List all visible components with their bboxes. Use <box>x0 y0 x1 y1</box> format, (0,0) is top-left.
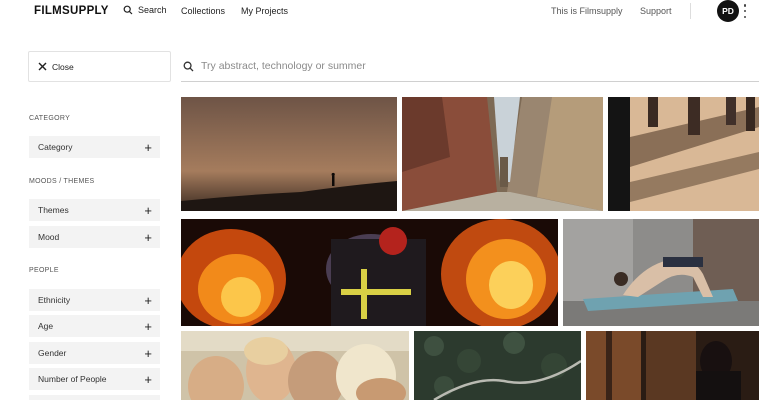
result-thumbnail[interactable] <box>608 97 759 211</box>
filter-age[interactable]: Age + <box>29 315 160 337</box>
people-heading: PEOPLE <box>29 267 59 274</box>
close-label: Close <box>52 61 74 72</box>
nav-my-projects[interactable]: My Projects <box>241 6 288 16</box>
filter-ethnicity[interactable]: Ethnicity + <box>29 289 160 311</box>
filter-number-of-people[interactable]: Number of People + <box>29 368 160 390</box>
nav-search[interactable]: Search <box>123 5 167 15</box>
firefighter-flames-image <box>181 219 558 326</box>
yoga-pose-image <box>563 219 759 326</box>
desert-silhouette-image <box>181 97 397 211</box>
plus-icon: + <box>144 229 152 245</box>
filter-themes[interactable]: Themes + <box>29 199 160 221</box>
plus-icon: + <box>144 345 152 361</box>
filter-themes-label: Themes <box>38 205 69 215</box>
plus-icon: + <box>144 292 152 308</box>
plus-icon: + <box>144 371 152 387</box>
filter-category[interactable]: Category + <box>29 136 160 158</box>
close-icon <box>38 62 47 71</box>
result-thumbnail[interactable] <box>181 331 409 400</box>
filter-category-label: Category <box>38 142 73 152</box>
filter-next-item[interactable] <box>29 395 160 400</box>
result-thumbnail[interactable] <box>586 331 759 400</box>
search-input[interactable] <box>201 60 701 72</box>
filter-mood[interactable]: Mood + <box>29 226 160 248</box>
result-thumbnail[interactable] <box>181 97 397 211</box>
nav-collections[interactable]: Collections <box>181 6 225 16</box>
nav-divider <box>690 3 691 19</box>
filter-mood-label: Mood <box>38 232 60 242</box>
moods-heading: MOODS / THEMES <box>29 178 95 185</box>
search-icon <box>183 61 194 71</box>
result-thumbnail[interactable] <box>402 97 603 211</box>
filter-age-label: Age <box>38 321 54 331</box>
search-icon <box>123 5 133 15</box>
nav-about[interactable]: This is Filmsupply <box>551 6 623 16</box>
nav-search-label: Search <box>138 5 167 15</box>
woman-by-window-image <box>586 331 759 400</box>
filter-gender-label: Gender <box>38 348 67 358</box>
nav-support[interactable]: Support <box>640 6 672 16</box>
avatar[interactable]: PD <box>717 0 739 22</box>
filter-number-label: Number of People <box>38 374 107 384</box>
plus-icon: + <box>144 139 152 155</box>
category-heading: CATEGORY <box>29 115 71 122</box>
filter-ethnicity-label: Ethnicity <box>38 295 71 305</box>
brand-logo[interactable]: FILMSUPPLY <box>34 5 109 17</box>
result-thumbnail[interactable] <box>181 219 558 326</box>
search-bar <box>181 51 759 82</box>
top-nav: FILMSUPPLY Search Collections My Project… <box>0 0 759 24</box>
filter-gender[interactable]: Gender + <box>29 342 160 364</box>
result-thumbnail[interactable] <box>414 331 581 400</box>
street-shadows-image <box>608 97 759 211</box>
family-faces-image <box>181 331 409 400</box>
plus-icon: + <box>144 318 152 334</box>
narrow-alley-image <box>402 97 603 211</box>
more-menu-icon[interactable] <box>743 4 747 18</box>
result-thumbnail[interactable] <box>563 219 759 326</box>
aerial-forest-image <box>414 331 581 400</box>
close-filters-button[interactable]: Close <box>28 51 171 82</box>
plus-icon: + <box>144 202 152 218</box>
